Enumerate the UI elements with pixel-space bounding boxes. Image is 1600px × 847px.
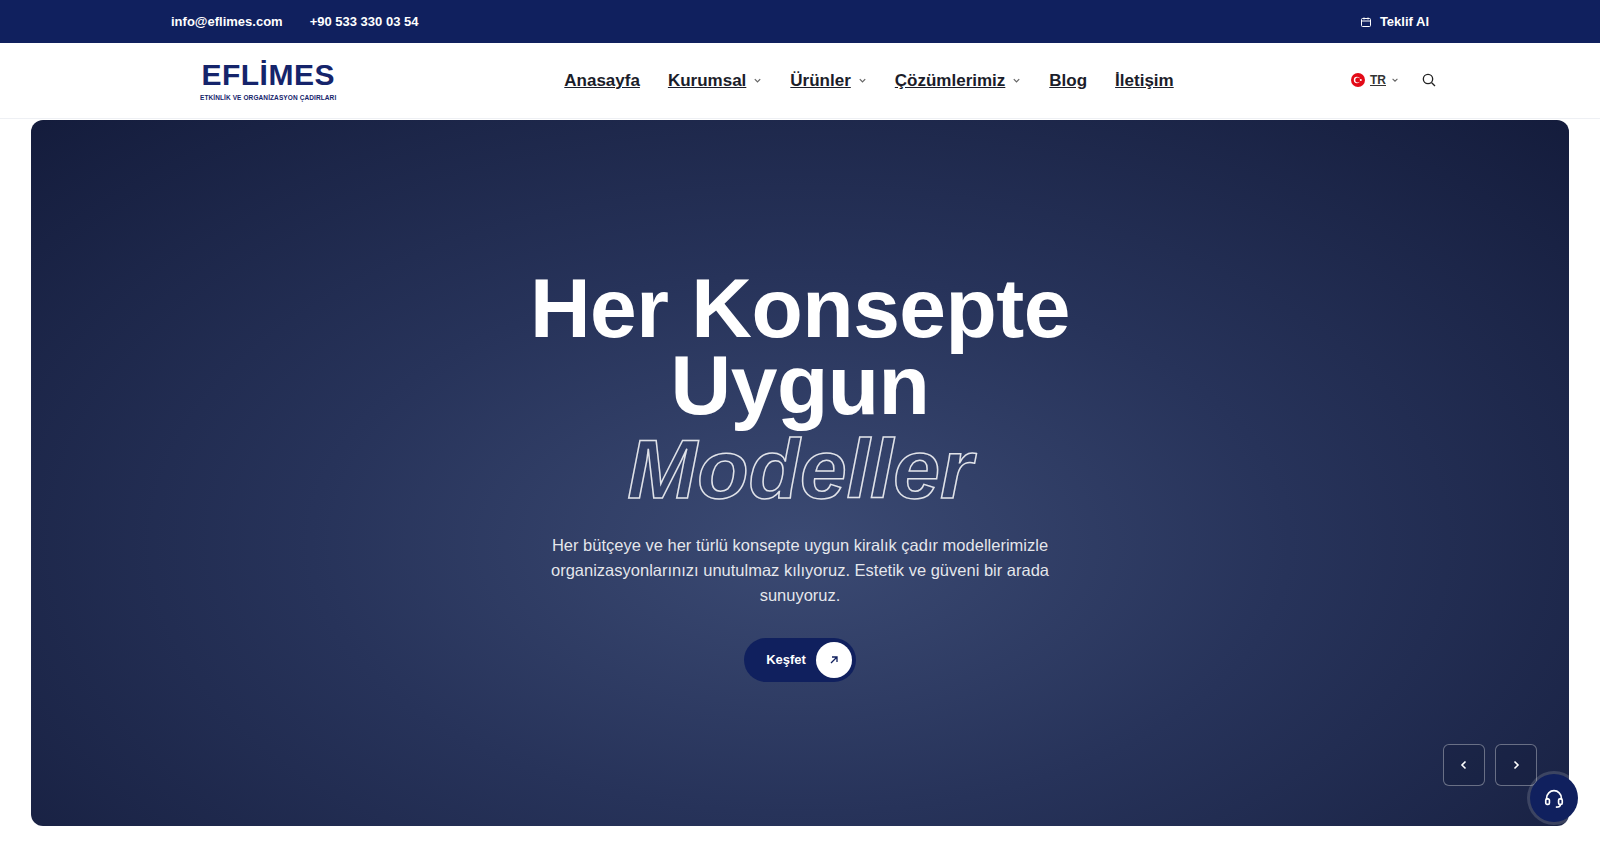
top-bar: info@eflimes.com +90 533 330 03 54 Teklif … bbox=[0, 0, 1600, 43]
hero-title: Her Konsepte bbox=[31, 270, 1569, 347]
main-nav: EFLİMESETKİNLİK VE ORGANİZASYON ÇADIRLAR… bbox=[0, 43, 1600, 119]
prev-button[interactable] bbox=[1443, 744, 1485, 786]
next-button[interactable] bbox=[1495, 744, 1537, 786]
chevron-down-icon bbox=[1012, 76, 1021, 85]
turkey-flag-icon bbox=[1351, 73, 1365, 87]
chevron-down-icon bbox=[753, 76, 762, 85]
email-link[interactable]: info@eflimes.com bbox=[171, 12, 283, 32]
nav-item[interactable]: Blog bbox=[1049, 68, 1087, 94]
quote-link[interactable]: Teklif Al bbox=[1360, 12, 1429, 32]
hero-slider: Her KonsepteUygunModeller Her bütçeye ve … bbox=[31, 120, 1569, 826]
hero-text: Her bütçeye ve her türlü konsepte uygun … bbox=[550, 533, 1050, 608]
hero-title: Uygun bbox=[31, 347, 1569, 424]
nav-menu: Anasayfa Kurumsal Ürünler Çözümlerimiz Blog İ… bbox=[564, 68, 1173, 94]
chevron-down-icon bbox=[1391, 76, 1399, 84]
nav-item[interactable]: İletişim bbox=[1115, 68, 1174, 94]
phone-link[interactable]: +90 533 330 03 54 bbox=[310, 12, 419, 32]
chevron-left-icon bbox=[1458, 759, 1470, 771]
support-chat-button[interactable] bbox=[1530, 774, 1578, 822]
logo[interactable]: EFLİMESETKİNLİK VE ORGANİZASYON ÇADIRLAR… bbox=[200, 60, 336, 102]
arrow-up-right-icon bbox=[828, 654, 840, 666]
hero-outline-title: Modeller bbox=[31, 427, 1569, 511]
nav-item[interactable]: Anasayfa bbox=[564, 68, 640, 94]
calendar-icon bbox=[1360, 16, 1372, 28]
headset-icon bbox=[1543, 787, 1565, 809]
language-selector[interactable]: TR bbox=[1351, 71, 1399, 89]
chevron-down-icon bbox=[858, 76, 867, 85]
chevron-right-icon bbox=[1510, 759, 1522, 771]
nav-item[interactable]: Çözümlerimiz bbox=[895, 68, 1022, 94]
nav-item[interactable]: Kurumsal bbox=[668, 68, 762, 94]
explore-button[interactable]: Keşfet bbox=[744, 638, 856, 682]
search-icon[interactable] bbox=[1421, 72, 1437, 88]
nav-item[interactable]: Ürünler bbox=[790, 68, 866, 94]
